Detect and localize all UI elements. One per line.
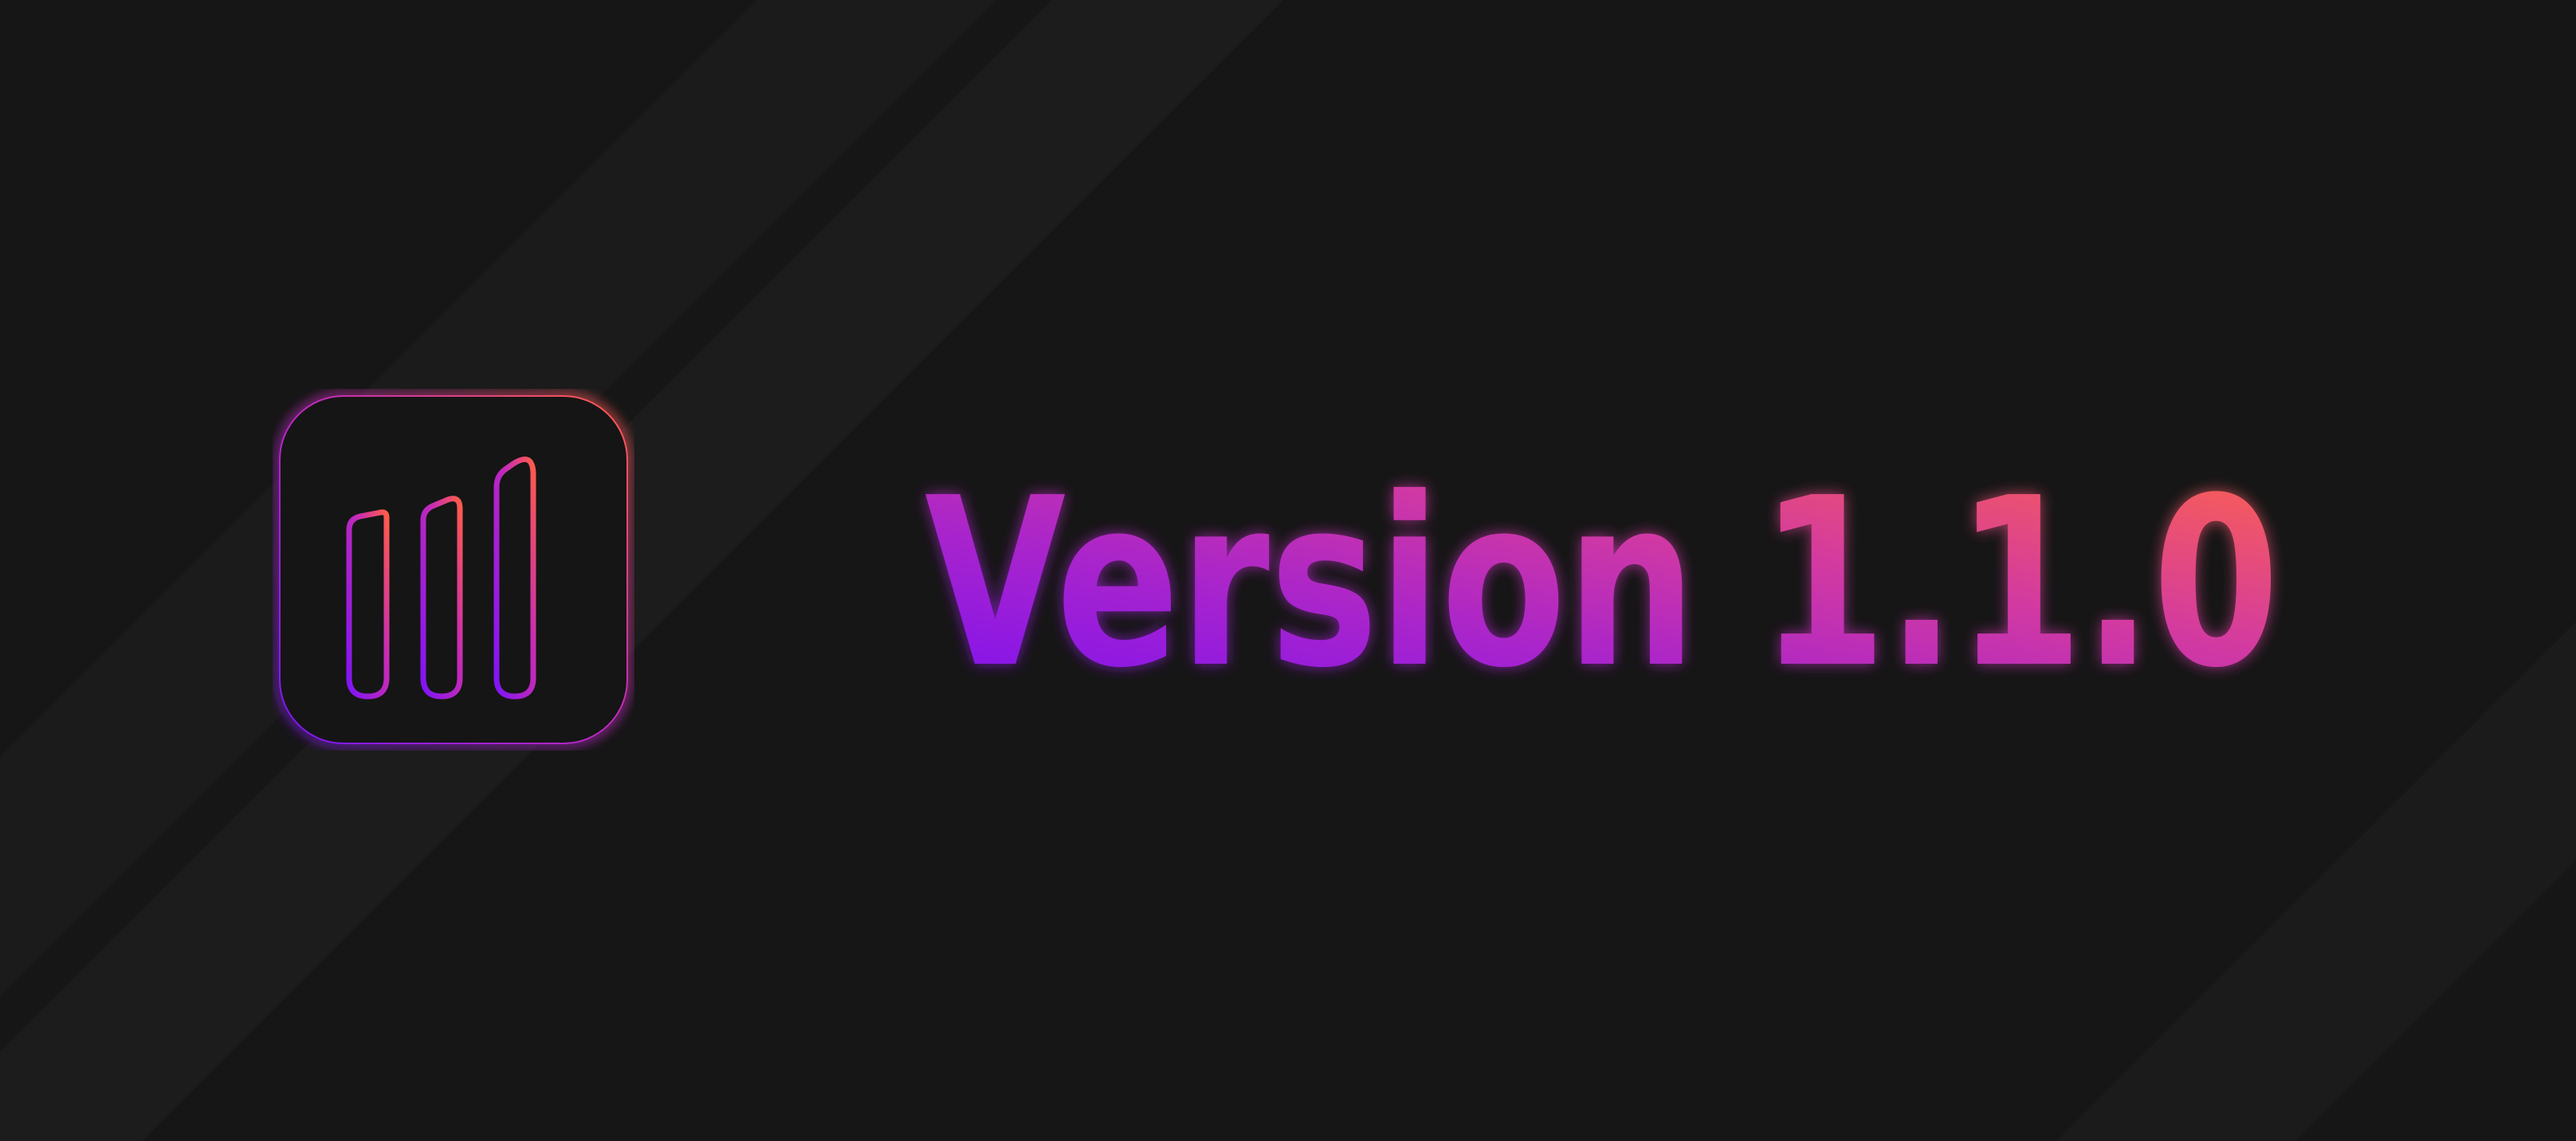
version-label: Version 1.1.0 — [925, 448, 2280, 701]
release-banner: Version 1.1.0 Version 1.1.0 — [0, 0, 2576, 1141]
version-title: Version 1.1.0 Version 1.1.0 — [925, 448, 2280, 701]
signal-bars-icon — [276, 392, 631, 747]
